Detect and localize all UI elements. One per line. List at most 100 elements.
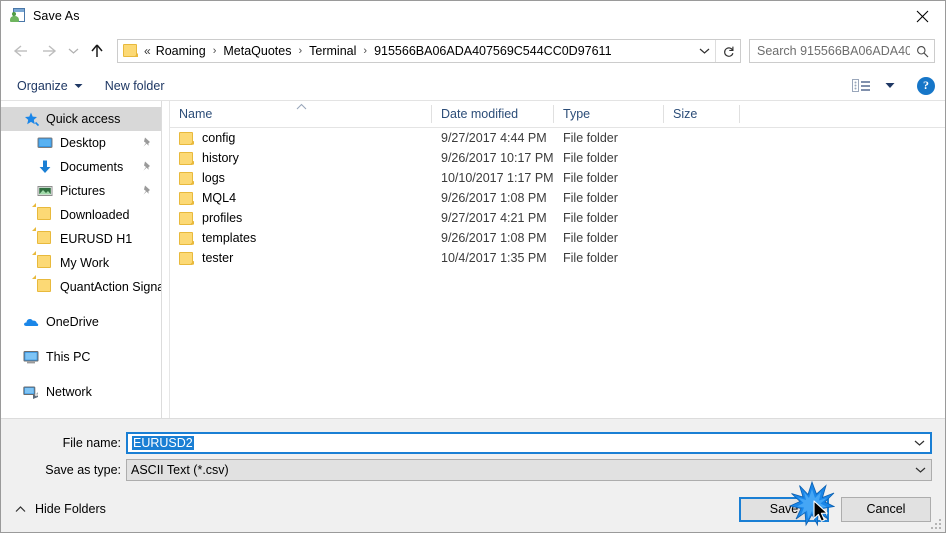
recent-locations-chevron-icon[interactable] xyxy=(63,37,83,65)
file-name-text: tester xyxy=(202,251,234,265)
table-row[interactable]: MQL4 9/26/2017 1:08 PM File folder xyxy=(170,188,945,208)
refresh-icon[interactable] xyxy=(715,40,740,62)
dialog-body: Quick access Desktop Documents Pictures Down… xyxy=(1,101,945,418)
toolbar-right-group: ? xyxy=(852,76,935,95)
sidebar-item-desktop[interactable]: Desktop xyxy=(1,131,161,155)
cell-name: logs xyxy=(170,171,432,185)
chevron-up-icon xyxy=(15,505,26,513)
sidebar-item-documents[interactable]: Documents xyxy=(1,155,161,179)
sidebar-item-label: EURUSD H1 xyxy=(60,232,133,246)
cell-name: profiles xyxy=(170,211,432,225)
sidebar-item-label: Documents xyxy=(60,160,124,174)
cell-date-modified: 10/10/2017 1:17 PM xyxy=(441,171,554,185)
search-input[interactable]: Search 915566BA06ADA40756... xyxy=(749,39,935,63)
hide-folders-label: Hide Folders xyxy=(35,502,106,516)
cell-name: MQL4 xyxy=(170,191,432,205)
folder-icon xyxy=(179,191,195,205)
sidebar-divider[interactable] xyxy=(161,101,170,418)
sidebar-item-eurusd-h1[interactable]: EURUSD H1 xyxy=(1,227,161,251)
chevron-down-icon[interactable] xyxy=(908,439,930,447)
column-headers: Name Date modified Type Size xyxy=(170,101,945,128)
sidebar-item-my-work[interactable]: My Work xyxy=(1,251,161,275)
pin-icon[interactable] xyxy=(141,136,153,148)
breadcrumb-item-0[interactable]: Roaming xyxy=(154,44,208,58)
breadcrumb: « Roaming › MetaQuotes › Terminal › 9155… xyxy=(144,44,693,58)
file-name-label: File name: xyxy=(62,436,121,450)
column-header-label: Type xyxy=(563,107,591,121)
breadcrumb-separator[interactable]: › xyxy=(358,45,372,57)
breadcrumb-item-2[interactable]: Terminal xyxy=(307,44,358,58)
table-row[interactable]: tester 10/4/2017 1:35 PM File folder xyxy=(170,248,945,268)
breadcrumb-item-1[interactable]: MetaQuotes xyxy=(221,44,293,58)
cancel-button[interactable]: Cancel xyxy=(841,496,931,522)
breadcrumb-overflow[interactable]: « xyxy=(144,44,154,58)
save-as-app-icon xyxy=(10,8,26,24)
resize-grip[interactable] xyxy=(929,517,941,529)
sidebar-item-onedrive[interactable]: OneDrive xyxy=(1,310,161,334)
sidebar-item-label: Quick access xyxy=(46,112,121,126)
pin-icon[interactable] xyxy=(141,160,153,172)
forward-arrow-icon[interactable] xyxy=(35,37,63,65)
column-header-size[interactable]: Size xyxy=(664,105,740,123)
chevron-down-icon[interactable] xyxy=(909,466,931,474)
folder-icon xyxy=(32,251,53,271)
sidebar-item-label: My Work xyxy=(60,256,110,270)
view-chevron-down-icon[interactable] xyxy=(885,82,895,89)
save-button[interactable]: Save xyxy=(739,496,829,522)
chevron-down-icon[interactable] xyxy=(693,40,715,62)
help-button[interactable]: ? xyxy=(917,76,935,95)
sidebar-item-quick-access[interactable]: Quick access xyxy=(1,107,161,131)
folder-icon xyxy=(179,151,195,165)
cell-date-modified: 9/26/2017 1:08 PM xyxy=(441,231,547,245)
cell-type: File folder xyxy=(563,131,618,145)
hide-folders-button[interactable]: Hide Folders xyxy=(15,502,106,516)
navigation-sidebar: Quick access Desktop Documents Pictures Down… xyxy=(1,101,167,418)
new-folder-button[interactable]: New folder xyxy=(105,79,165,93)
file-name-text: profiles xyxy=(202,211,243,225)
save-as-type-select[interactable]: ASCII Text (*.csv) xyxy=(126,459,932,481)
folder-icon xyxy=(179,131,195,145)
cell-date-modified: 9/27/2017 4:21 PM xyxy=(441,211,547,225)
column-header-name[interactable]: Name xyxy=(170,103,432,123)
chevron-down-icon xyxy=(74,83,83,89)
network-icon xyxy=(23,384,39,400)
breadcrumb-separator[interactable]: › xyxy=(293,45,307,57)
close-icon[interactable] xyxy=(899,1,945,31)
file-name-value: EURUSD2 xyxy=(132,436,194,450)
save-as-dialog: Save As « Roaming › MetaQuotes › Termina… xyxy=(0,0,946,533)
breadcrumb-item-3[interactable]: 915566BA06ADA407569C544CC0D97611 xyxy=(372,44,613,58)
cell-date-modified: 9/26/2017 10:17 PM xyxy=(441,151,554,165)
file-name-input[interactable]: EURUSD2 xyxy=(126,432,932,454)
table-row[interactable]: logs 10/10/2017 1:17 PM File folder xyxy=(170,168,945,188)
sidebar-item-label: QuantAction Signal xyxy=(60,280,168,294)
command-toolbar: Organize New folder ? xyxy=(1,71,945,101)
view-layout-icon[interactable] xyxy=(852,78,872,94)
table-row[interactable]: history 9/26/2017 10:17 PM File folder xyxy=(170,148,945,168)
desktop-monitor-icon xyxy=(37,135,53,151)
pin-icon[interactable] xyxy=(141,184,153,196)
table-row[interactable]: config 9/27/2017 4:44 PM File folder xyxy=(170,128,945,148)
sidebar-item-downloaded[interactable]: Downloaded xyxy=(1,203,161,227)
address-bar[interactable]: « Roaming › MetaQuotes › Terminal › 9155… xyxy=(117,39,741,63)
sidebar-item-this-pc[interactable]: This PC xyxy=(1,345,161,369)
column-header-label: Name xyxy=(179,107,213,121)
onedrive-cloud-icon xyxy=(23,314,39,330)
back-arrow-icon[interactable] xyxy=(7,37,35,65)
cell-type: File folder xyxy=(563,191,618,205)
table-row[interactable]: templates 9/26/2017 1:08 PM File folder xyxy=(170,228,945,248)
sidebar-item-network[interactable]: Network xyxy=(1,380,161,404)
sidebar-item-quantaction-signal[interactable]: QuantAction Signal xyxy=(1,275,167,299)
breadcrumb-separator[interactable]: › xyxy=(208,45,222,57)
table-row[interactable]: profiles 9/27/2017 4:21 PM File folder xyxy=(170,208,945,228)
folder-icon xyxy=(179,211,195,225)
column-header-date-modified[interactable]: Date modified xyxy=(432,105,554,123)
organize-button[interactable]: Organize xyxy=(17,79,83,93)
column-header-type[interactable]: Type xyxy=(554,105,664,123)
search-icon[interactable] xyxy=(910,45,934,58)
up-arrow-icon[interactable] xyxy=(83,37,111,65)
sidebar-item-label: Downloaded xyxy=(60,208,130,222)
help-label: ? xyxy=(923,78,929,92)
documents-download-icon xyxy=(37,159,53,175)
cell-type: File folder xyxy=(563,211,618,225)
sidebar-item-pictures[interactable]: Pictures xyxy=(1,179,161,203)
